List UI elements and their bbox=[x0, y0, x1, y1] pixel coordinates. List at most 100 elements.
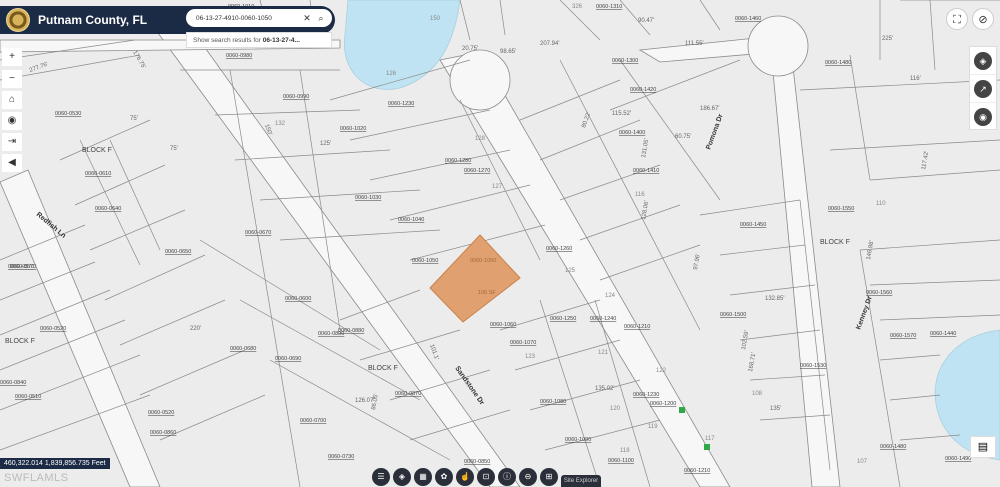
dimension-label: 111.55' bbox=[685, 41, 704, 47]
basemap-icon[interactable]: ▦ bbox=[414, 468, 432, 486]
lot-number-label: 119 bbox=[648, 424, 658, 430]
dimension-label: 75' bbox=[170, 146, 178, 152]
clear-selection-icon[interactable]: ⊖ bbox=[519, 468, 537, 486]
select-icon[interactable]: ☝ bbox=[456, 468, 474, 486]
lot-number-label: 123 bbox=[525, 354, 536, 360]
lot-number-label: 118 bbox=[620, 448, 630, 454]
marker-green[interactable] bbox=[679, 407, 685, 413]
cul-de-sac-left bbox=[449, 49, 511, 111]
layers-icon: ◈ bbox=[974, 51, 992, 70]
app-title: Putnam County, FL bbox=[38, 13, 148, 27]
identify-tool[interactable]: ◉ bbox=[970, 103, 996, 131]
parcel-id-label: 0060-1570 bbox=[890, 333, 916, 339]
layers-tool[interactable]: ◈ bbox=[970, 47, 996, 75]
suggestion-prefix: Show search results for bbox=[193, 37, 261, 44]
search-suggestion[interactable]: Show search results for 06-13-27-4... bbox=[186, 32, 332, 48]
visibility-toggle-icon[interactable]: ⊘ bbox=[972, 8, 994, 30]
dimension-label: 90.47' bbox=[638, 18, 654, 24]
parcel-id-label: 0060-0990 bbox=[283, 94, 309, 100]
parcel-id-label: 0060-1500 bbox=[720, 312, 746, 318]
parcel-id-label: 0060-1530 bbox=[800, 363, 826, 369]
parcel-id-label: 0060-1230 bbox=[633, 392, 659, 398]
dimension-label: 126.07' bbox=[355, 398, 375, 404]
bottom-toolbar: ☰ ◈ ▦ ✿ ☝ ⊡ ⓘ ⊖ ⊞ Site Explorer bbox=[372, 466, 601, 487]
search-input[interactable] bbox=[194, 13, 300, 23]
parcel-id-label: 0060-0520 bbox=[148, 410, 174, 416]
parcel-id-label: 0060-1250 bbox=[550, 316, 576, 322]
lot-number-label: 127 bbox=[492, 184, 503, 190]
parcel-id-label: 0060-1450 bbox=[740, 222, 766, 228]
parcel-id-label: 0060-1020 bbox=[340, 126, 366, 132]
parcel-id-label: 0060-0840 bbox=[0, 380, 26, 386]
parcel-id-label: 0060-1480 bbox=[880, 444, 906, 450]
watermark: SWFLAMLS bbox=[4, 472, 69, 484]
dimension-label: 132.85' bbox=[765, 296, 785, 302]
dimension-label: 135' bbox=[770, 406, 781, 412]
dimension-label: 60.75' bbox=[675, 134, 691, 140]
parcel-id-label: 0060-1410 bbox=[633, 168, 659, 174]
draw-icon[interactable]: ✿ bbox=[435, 468, 453, 486]
parcel-id-label: 0060-0730 bbox=[328, 454, 354, 460]
parcel-id-label: 0060-0510 bbox=[15, 394, 41, 400]
parcel-id-label: 0060-1230 bbox=[388, 101, 414, 107]
parcel-id-label: 0060-1200 bbox=[650, 401, 676, 407]
parcel-id-label: 0060-1300 bbox=[612, 58, 638, 64]
fullscreen-icon[interactable]: ⛶ bbox=[946, 8, 968, 30]
parcel-id-label: 0060-1490 bbox=[945, 456, 971, 462]
parcel-id-label: 0060-1100 bbox=[608, 458, 634, 464]
suggestion-term: 06-13-27-4... bbox=[262, 37, 300, 44]
parcel-id-label: 0060-0870 bbox=[395, 391, 421, 397]
layers-icon[interactable]: ◈ bbox=[393, 468, 411, 486]
zoom-out-button[interactable]: − bbox=[2, 70, 22, 88]
parcel-id-label: 0060-0690 bbox=[275, 356, 301, 362]
parcel-id-label: 0060-0980 bbox=[226, 53, 252, 59]
lot-number-label: 126 bbox=[386, 71, 397, 77]
parcel-id-label: 0060-1480 bbox=[825, 60, 851, 66]
parcel-id-label: 0060-1090 bbox=[565, 437, 591, 443]
dimension-label: 125' bbox=[320, 141, 331, 147]
block-label: BLOCK F bbox=[820, 239, 850, 246]
measure-icon: ↗ bbox=[974, 79, 992, 98]
print-icon[interactable]: ⊡ bbox=[477, 468, 495, 486]
lot-number-label: 132 bbox=[275, 121, 286, 127]
dimension-label: 20.75' bbox=[462, 46, 478, 52]
search-icon[interactable]: ⌕ bbox=[314, 13, 328, 24]
parcel-map[interactable]: 0060-1050 106 SF 0060-10100060-09800060-… bbox=[0, 0, 1000, 487]
grid-icon[interactable]: ⊞ bbox=[540, 468, 558, 486]
measure-tool[interactable]: ↗ bbox=[970, 75, 996, 103]
parcel-id-label: 0060-0700 bbox=[300, 418, 326, 424]
back-icon[interactable]: ◀ bbox=[2, 154, 22, 172]
coordinate-readout: 460,322.014 1,839,856.735 Feet bbox=[0, 458, 110, 469]
county-seal-icon[interactable] bbox=[6, 8, 30, 32]
lot-number-label: 116 bbox=[635, 192, 645, 198]
list-icon[interactable]: ☰ bbox=[372, 468, 390, 486]
parcel-id-label: 0060-1270 bbox=[464, 168, 490, 174]
parcel-id-label: 0060-1070 bbox=[510, 340, 536, 346]
collapse-icon[interactable]: ⇥ bbox=[2, 133, 22, 151]
dimension-label: 98.65' bbox=[500, 49, 516, 55]
marker-green[interactable] bbox=[704, 444, 710, 450]
dimension-label: 225' bbox=[882, 36, 893, 42]
home-icon[interactable]: ⌂ bbox=[2, 91, 22, 109]
parcel-id-label: 0060-0640 bbox=[95, 206, 121, 212]
zoom-in-button[interactable]: + bbox=[2, 48, 22, 66]
parcel-id-label: 0060-1210 bbox=[684, 468, 710, 474]
locate-icon[interactable]: ◉ bbox=[2, 112, 22, 130]
dimension-label: 75' bbox=[130, 116, 138, 122]
parcel-id-label: 0060-1280 bbox=[445, 158, 471, 164]
dimension-label: 207.94' bbox=[540, 41, 560, 47]
right-tool-panel: ◈ ↗ ◉ bbox=[969, 46, 997, 131]
parcel-id-label: 0060-0600 bbox=[285, 296, 311, 302]
site-explorer-tab[interactable]: Site Explorer bbox=[561, 475, 601, 487]
search-bar[interactable]: ✕ ⌕ bbox=[186, 9, 332, 27]
parcel-id-label: 0060-0680 bbox=[230, 346, 256, 352]
lot-number-label: 107 bbox=[857, 459, 868, 465]
clear-icon[interactable]: ✕ bbox=[300, 13, 314, 24]
block-label: BLOCK F bbox=[82, 147, 112, 154]
dimension-label: 116' bbox=[910, 76, 921, 82]
info-icon[interactable]: ⓘ bbox=[498, 468, 516, 486]
document-icon[interactable]: ▤ bbox=[970, 436, 996, 458]
identify-icon: ◉ bbox=[974, 107, 992, 126]
parcel-id-label: 0060-0850 bbox=[464, 459, 490, 465]
dimension-label: 186.67' bbox=[700, 106, 720, 112]
